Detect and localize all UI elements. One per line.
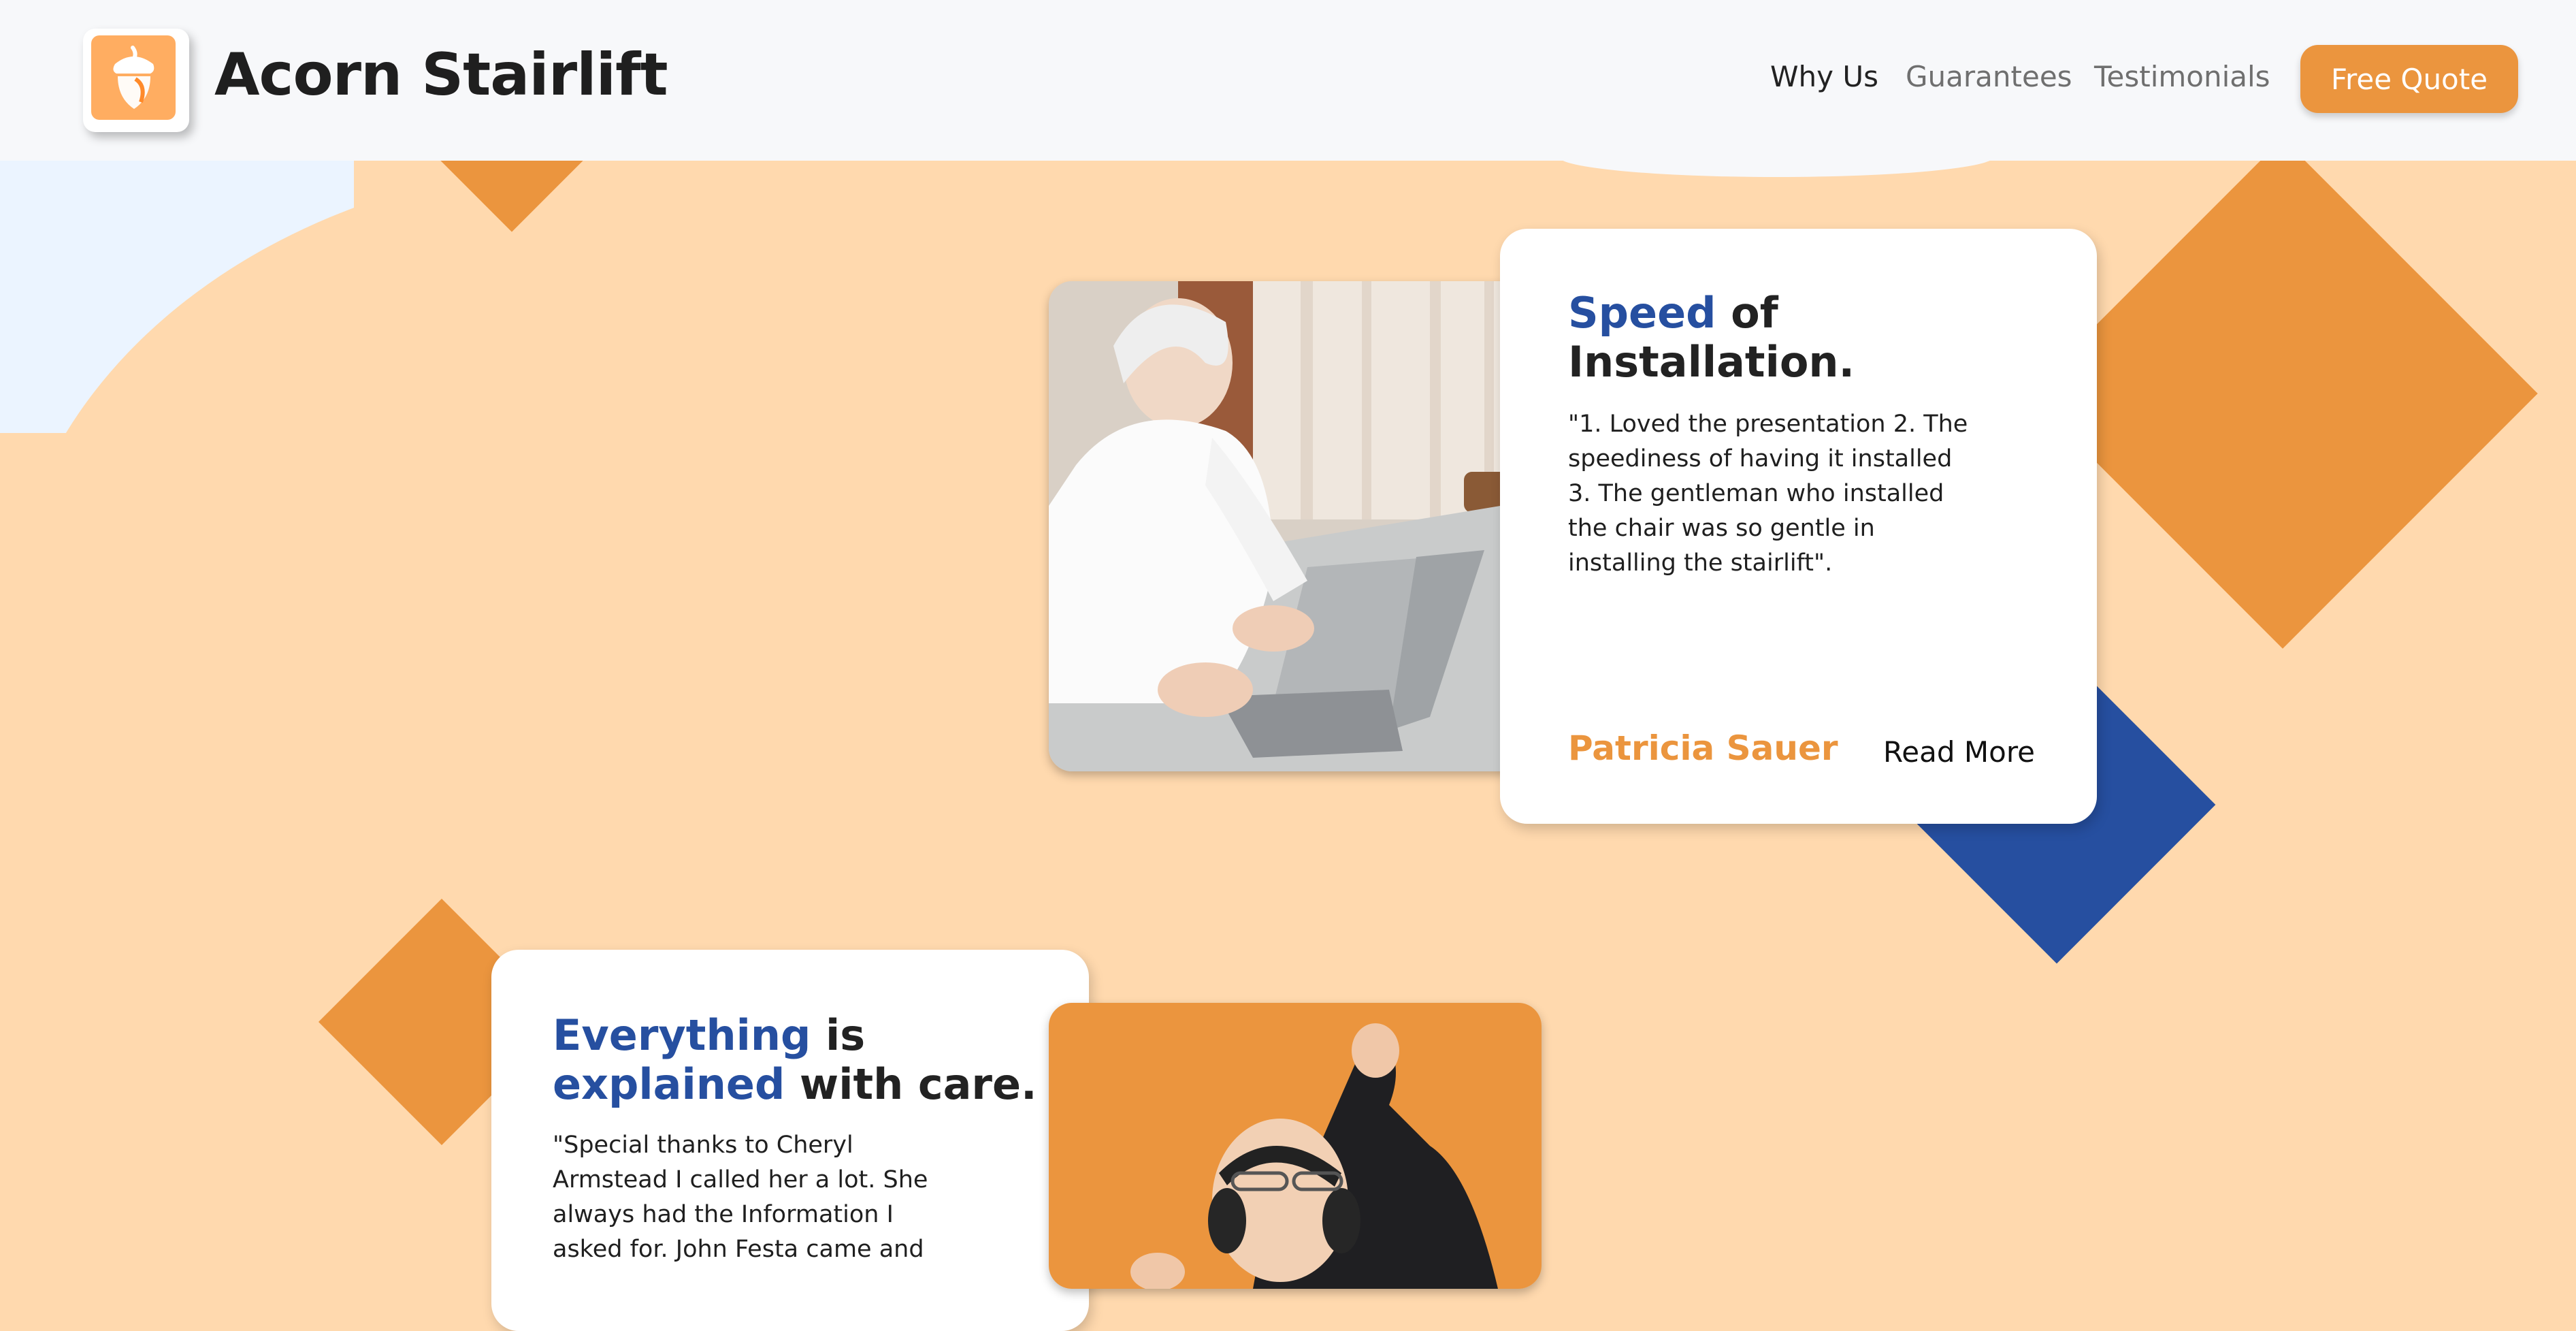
header-wave [1559,136,1994,177]
testimonial-photo-woman-laptop [1049,281,1542,771]
logo[interactable] [83,29,189,132]
decor-diamond-right [2027,138,2538,649]
acorn-icon [113,46,154,109]
nav-testimonials[interactable]: Testimonials [2094,60,2270,93]
testimonial-quote: "1. Loved the presentation 2. The speedi… [1568,411,1968,577]
nav-why-us[interactable]: Why Us [1770,60,1878,93]
testimonial-card-speed: Speed of Installation. "1. Loved the pre… [1500,229,2097,824]
free-quote-button[interactable]: Free Quote [2300,45,2518,113]
testimonial-card-care: Everything is explained with care. "Spec… [491,950,1089,1331]
testimonial-title: Speed of Installation. [1568,288,1855,387]
testimonial-author: Patricia Sauer [1568,728,1838,768]
nav-guarantees[interactable]: Guarantees [1906,60,2072,93]
testimonial-title: Everything is explained with care. [553,1010,1037,1109]
testimonial-photo-man-headphones [1049,1003,1542,1289]
brand-name[interactable]: Acorn Stairlift [214,41,668,109]
read-more-link[interactable]: Read More [1883,735,2035,769]
background-curve [0,161,354,433]
testimonial-quote: "Special thanks to Cheryl Armstead I cal… [553,1132,928,1263]
